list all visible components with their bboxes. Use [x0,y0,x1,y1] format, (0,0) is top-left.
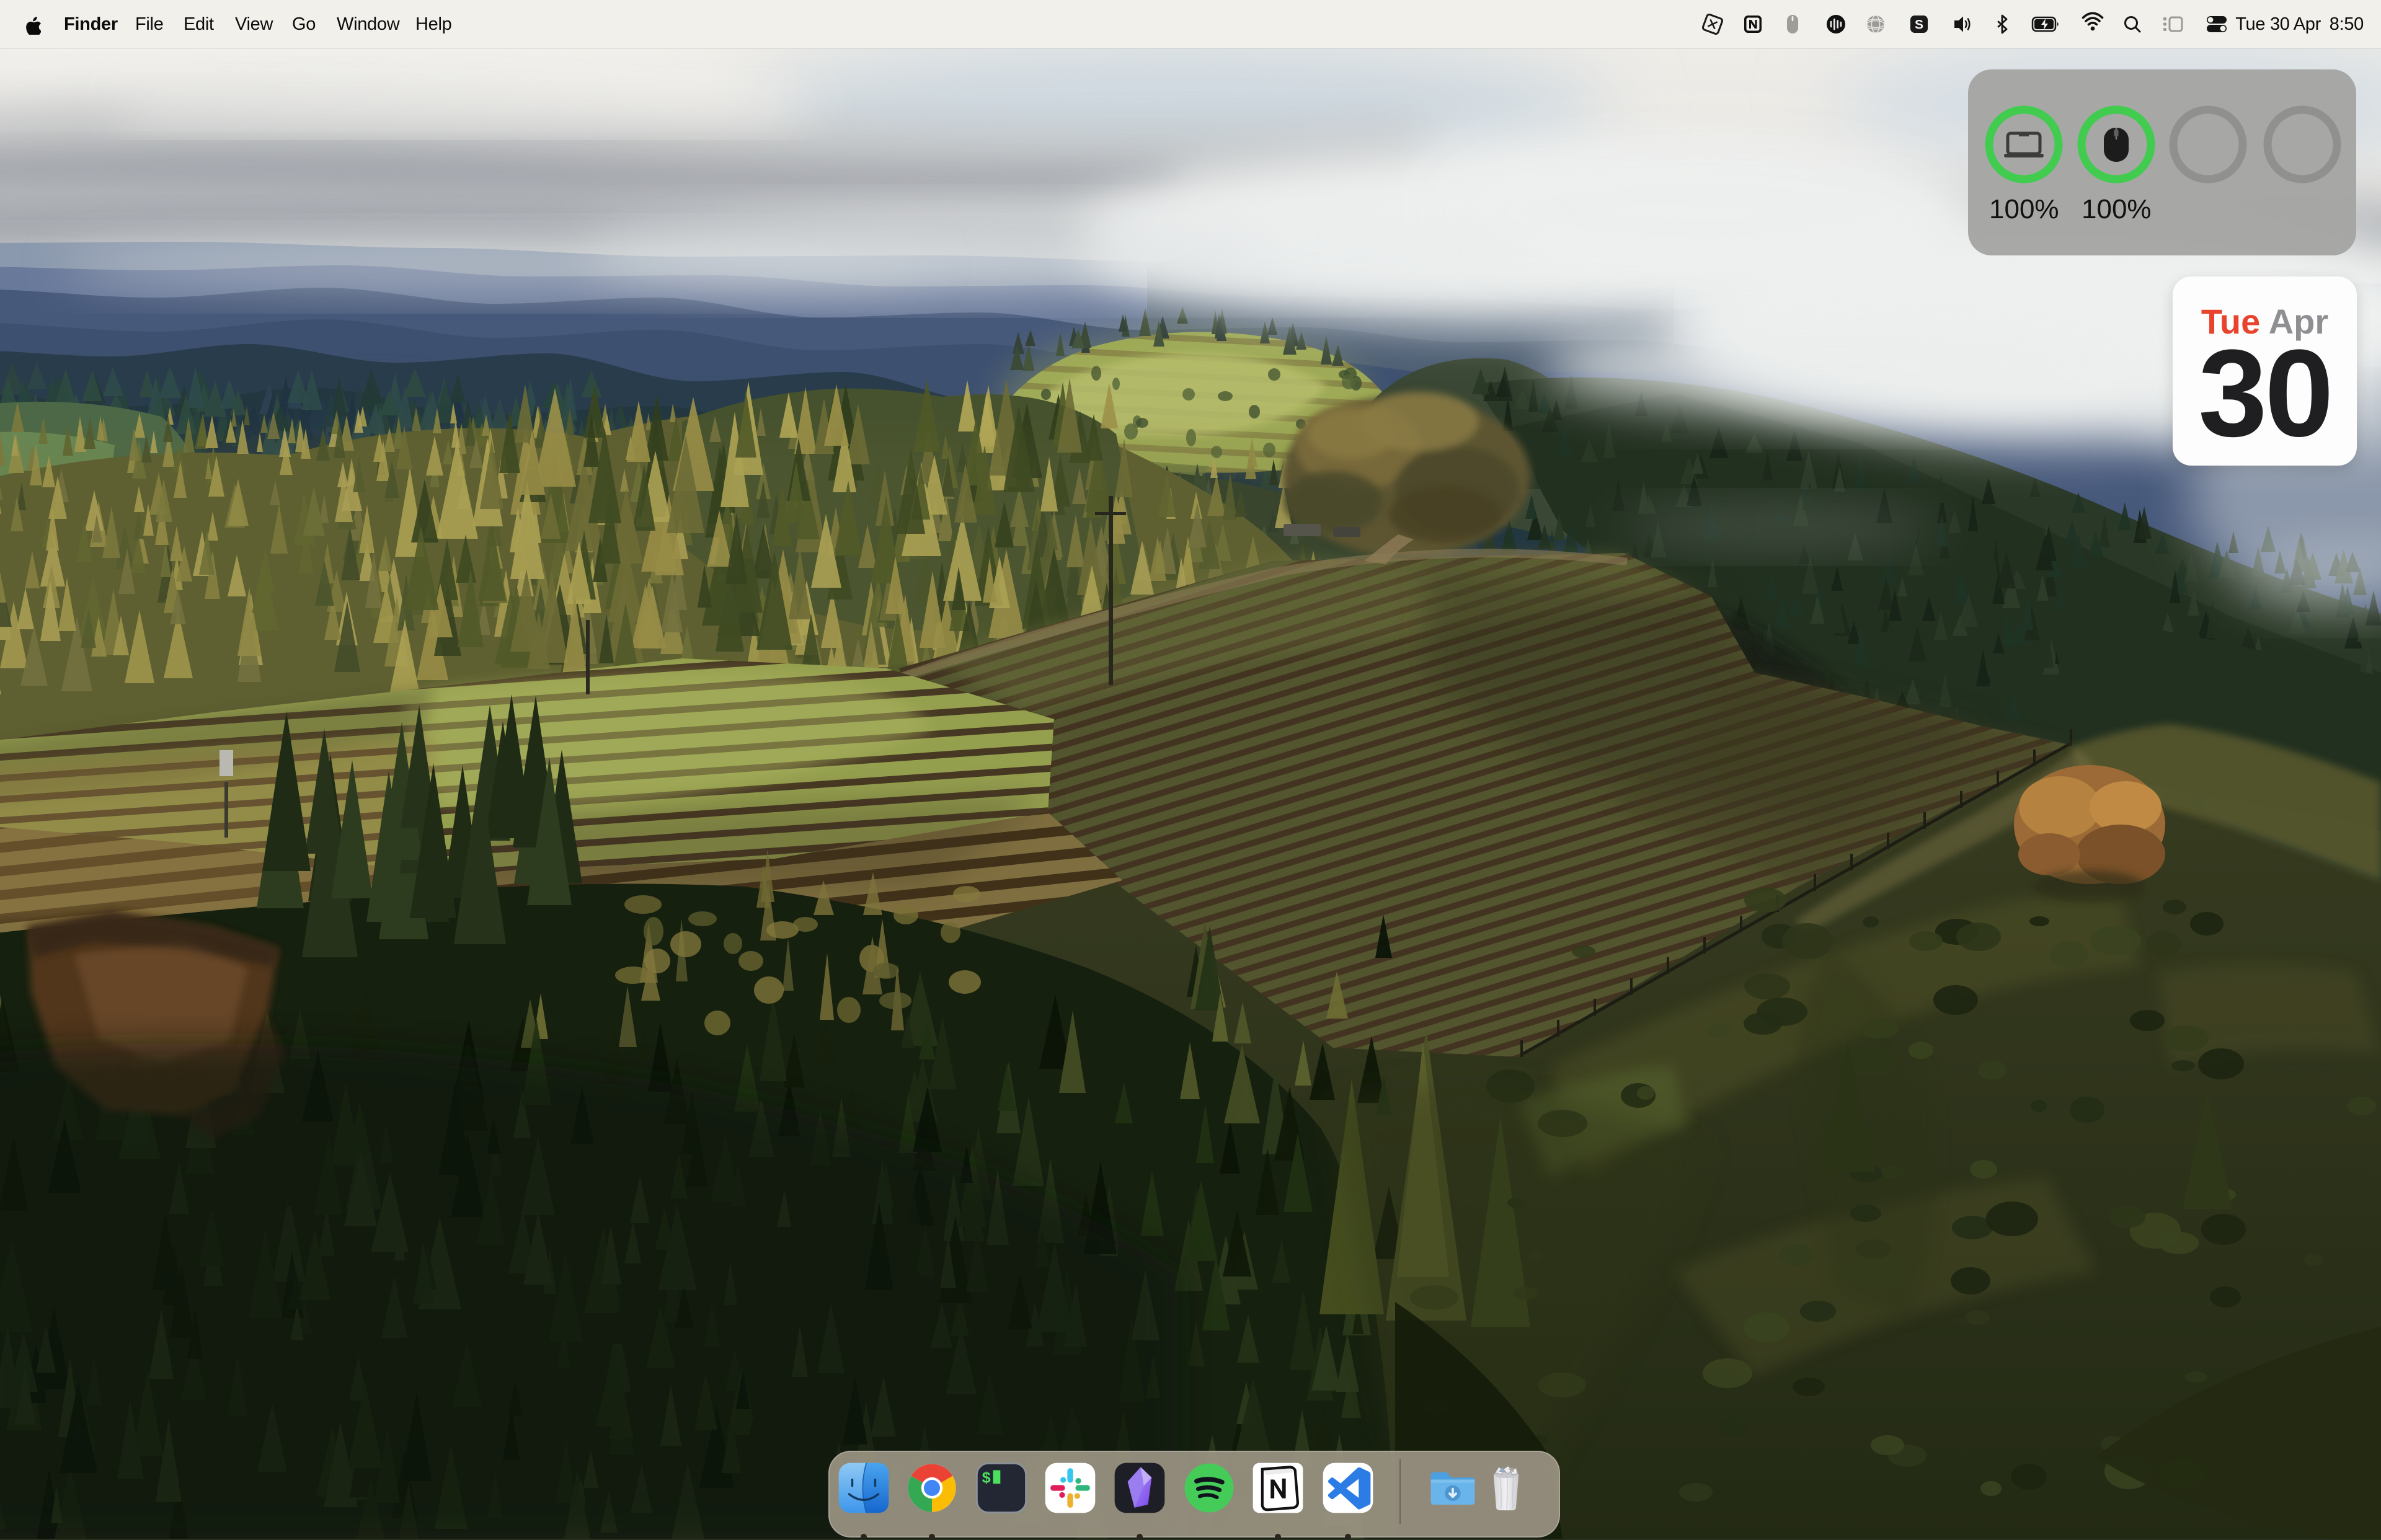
svg-text:$: $ [982,1470,991,1488]
svg-text:S: S [1915,18,1923,32]
